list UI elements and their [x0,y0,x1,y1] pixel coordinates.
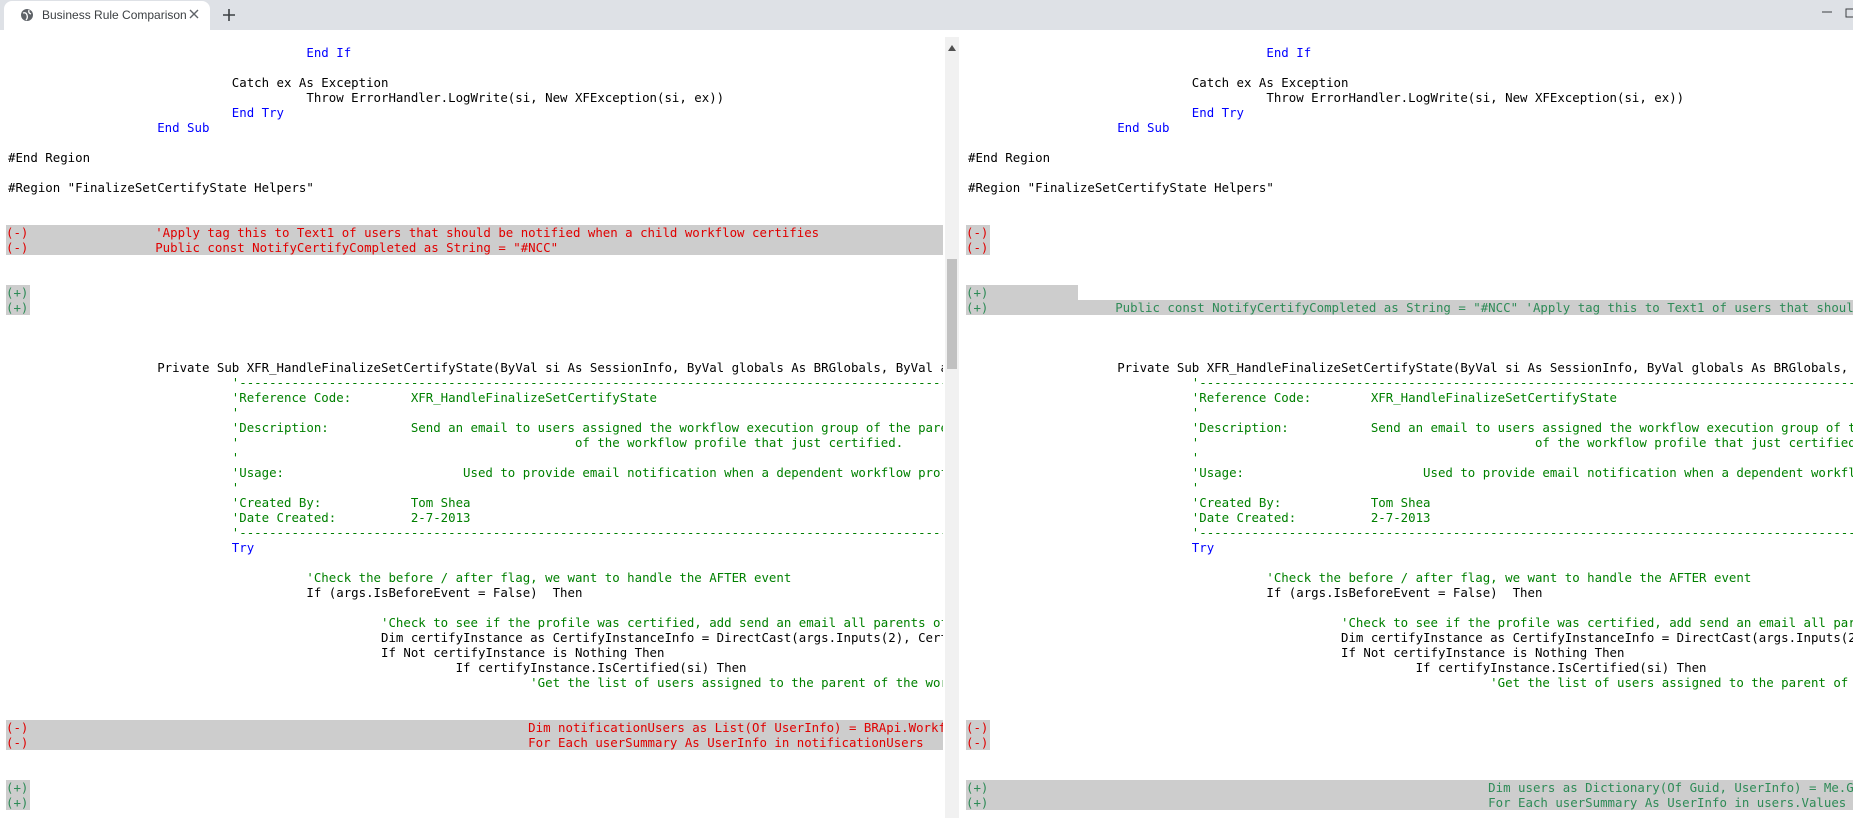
code-line: (-) For Each userSummary As UserInfo in … [6,735,943,750]
code-line: (+) [6,780,30,795]
code-line: If certifyInstance.IsCertified(si) Then [968,660,1707,675]
code-line: ' of the workflow profile that just cert… [968,435,1853,450]
code-line: End Sub [8,120,210,135]
code-line: 'Check to see if the profile was certifi… [380,615,943,630]
browser-tab-bar: Business Rule Comparison [0,0,1853,30]
code-line: (+) [966,285,1078,300]
code-line: ' of the workflow profile that just cert… [8,435,904,450]
code-line: Throw ErrorHandler.LogWrite(si, New XFEx… [968,90,1685,105]
code-line: #Region "FinalizeSetCertifyState Helpers… [8,180,314,195]
code-line: 'Description: Send an email to users ass… [968,420,1853,435]
code-line: ' [8,405,240,420]
browser-tab[interactable]: Business Rule Comparison [4,1,210,30]
scrollbar-thumb[interactable] [947,259,957,369]
code-line: 'Created By: Tom Shea [8,495,471,510]
code-line: If (args.IsBeforeEvent = False) Then [8,585,583,600]
code-line: 'Reference Code: XFR_HandleFinalizeSetCe… [968,390,1618,405]
right-diff-pane[interactable]: End If Catch ex As Exception Throw Error… [960,37,1853,818]
code-line: End If [968,45,1312,60]
code-line: (-) [966,735,990,750]
code-line: 'Date Created: 2-7-2013 [8,510,471,525]
code-line: 'Reference Code: XFR_HandleFinalizeSetCe… [8,390,658,405]
close-icon[interactable] [186,6,202,22]
code-line: End Try [8,105,285,120]
code-line: '---------------------------------------… [968,375,1853,390]
code-line: (+) [6,300,30,315]
code-line: ' [8,450,240,465]
code-line: ' [968,480,1200,495]
code-line: ' [968,405,1200,420]
code-line: #Region "FinalizeSetCertifyState Helpers… [968,180,1274,195]
code-line: #End Region [968,150,1051,165]
code-line: End Sub [968,120,1170,135]
code-line: 'Check the before / after flag, we want … [8,570,792,585]
code-line: (+) [6,795,30,810]
code-line: ' [968,450,1200,465]
code-line: 'Usage: Used to provide email notificati… [8,465,943,480]
vertical-scrollbar[interactable] [945,37,959,818]
code-line: (+) For Each userSummary As UserInfo in … [966,795,1853,810]
tab-title: Business Rule Comparison [42,8,187,22]
code-line: #End Region [8,150,91,165]
code-line: '---------------------------------------… [8,525,943,540]
code-line: 'Get the list of users assigned to the p… [530,675,943,690]
code-line: 'Get the list of users assigned to the p… [1490,675,1849,690]
code-line: Catch ex As Exception [968,75,1349,90]
code-line: Private Sub XFR_HandleFinalizeSetCertify… [8,360,943,375]
code-line: (-) [966,240,990,255]
code-line: (-) Dim notificationUsers as List(Of Use… [6,720,943,735]
code-line: Dim certifyInstance as CertifyInstanceIn… [1340,630,1853,645]
left-diff-pane[interactable]: End If Catch ex As Exception Throw Error… [0,37,943,818]
minimize-icon[interactable] [1819,4,1835,20]
code-line: If Not certifyInstance is Nothing Then [968,645,1625,660]
scroll-up-icon[interactable] [948,45,956,51]
restore-icon[interactable] [1843,4,1853,20]
code-line: 'Date Created: 2-7-2013 [968,510,1431,525]
code-line: (+) Dim users as Dictionary(Of Guid, Use… [966,780,1853,795]
globe-icon [21,9,33,21]
code-line: Try [8,540,255,555]
code-line: End If [8,45,352,60]
code-line: 'Check to see if the profile was certifi… [1340,615,1853,630]
code-line: Try [968,540,1215,555]
code-line: (-) [966,225,990,240]
code-line: 'Created By: Tom Shea [968,495,1431,510]
code-line: Private Sub XFR_HandleFinalizeSetCertify… [968,360,1853,375]
code-line: '---------------------------------------… [968,525,1853,540]
code-line: (-) [966,720,990,735]
code-line: 'Description: Send an email to users ass… [8,420,943,435]
code-line: If Not certifyInstance is Nothing Then [8,645,665,660]
plus-icon[interactable] [218,4,240,26]
code-line: '---------------------------------------… [8,375,943,390]
code-line: 'Usage: Used to provide email notificati… [968,465,1853,480]
code-line: Dim certifyInstance as CertifyInstanceIn… [380,630,943,645]
code-line: (-) 'Apply tag this to Text1 of users th… [6,225,943,240]
code-line: End Try [968,105,1245,120]
code-line: If certifyInstance.IsCertified(si) Then [8,660,747,675]
code-line: (+) Public const NotifyCertifyCompleted … [966,300,1853,315]
code-line: ' [8,480,240,495]
code-line: (+) [6,285,30,300]
code-line: 'Check the before / after flag, we want … [968,570,1752,585]
code-line: If (args.IsBeforeEvent = False) Then [968,585,1543,600]
code-line: Catch ex As Exception [8,75,389,90]
code-line: (-) Public const NotifyCertifyCompleted … [6,240,943,255]
code-line: Throw ErrorHandler.LogWrite(si, New XFEx… [8,90,725,105]
